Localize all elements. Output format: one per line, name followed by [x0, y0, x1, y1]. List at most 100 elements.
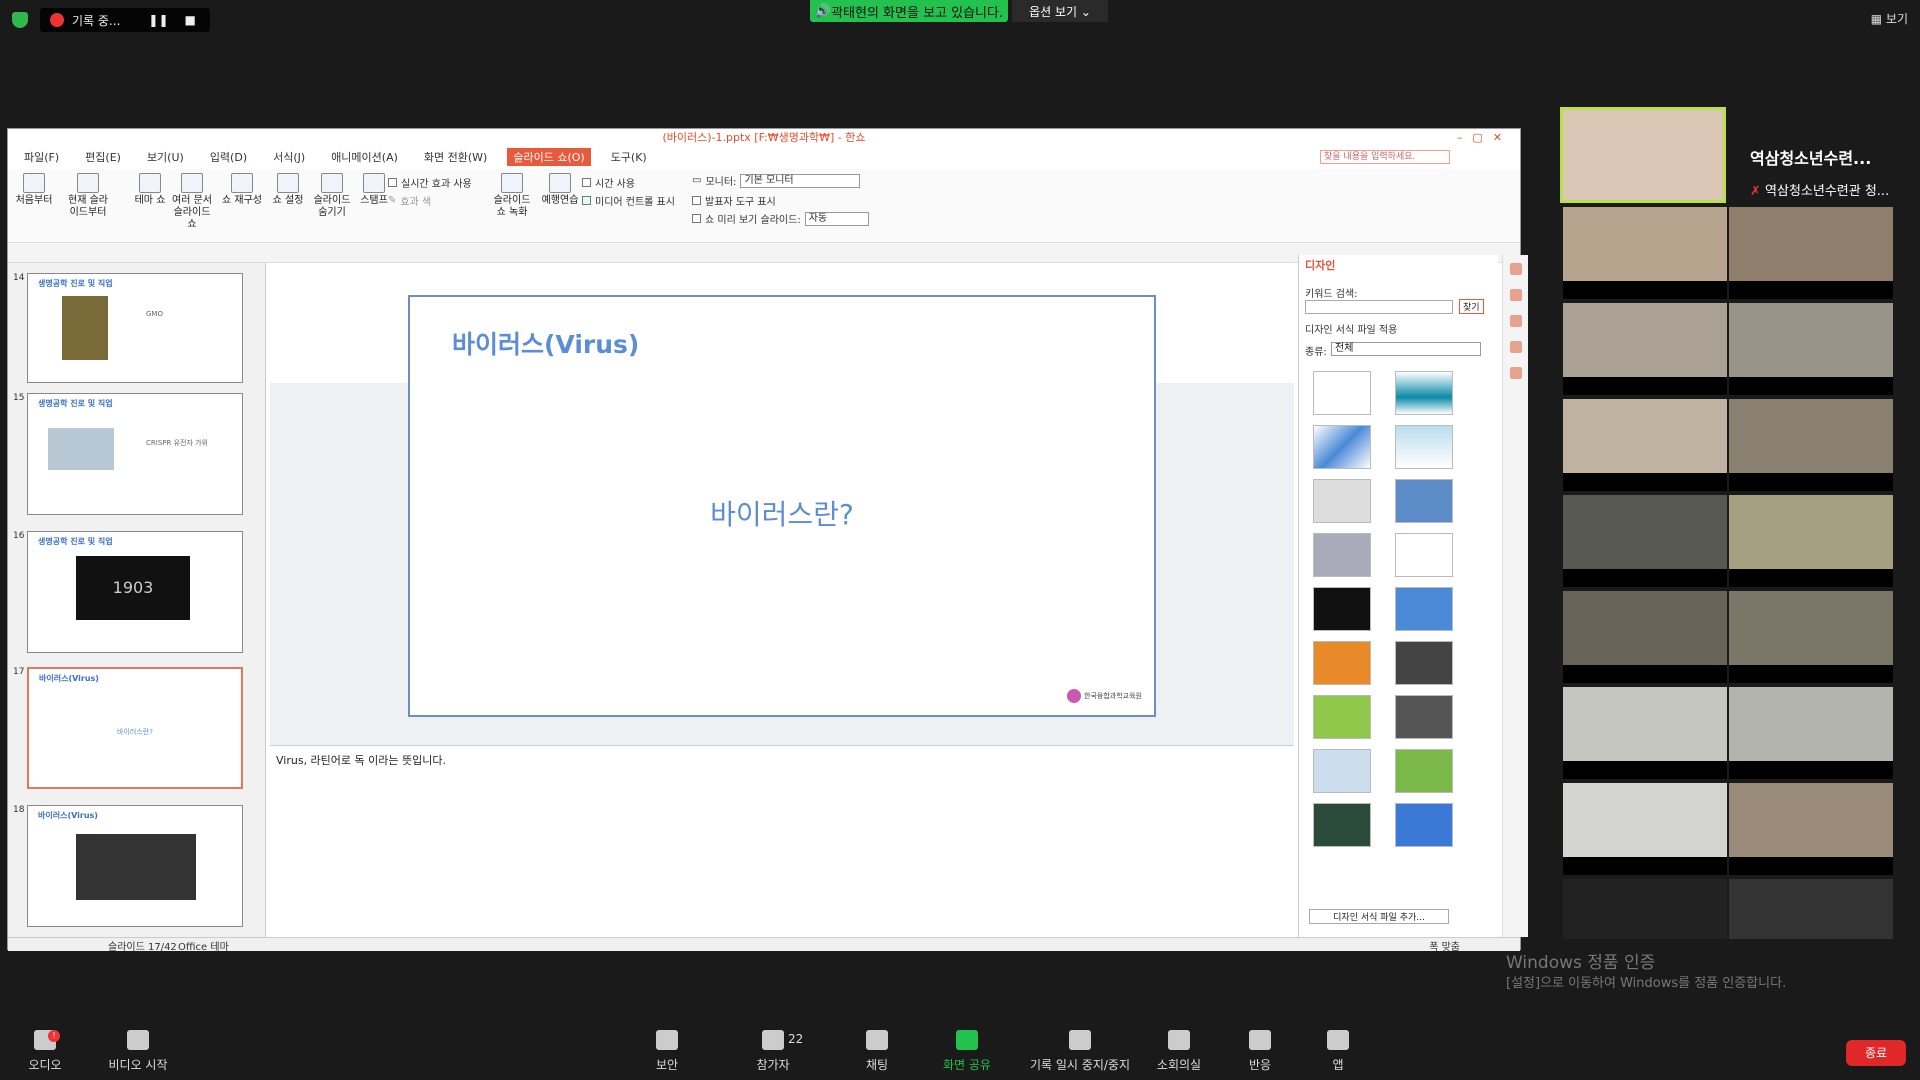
video-tile[interactable]	[1563, 783, 1727, 875]
slide-thumbnail-18[interactable]: 바이러스(Virus)	[27, 805, 243, 927]
video-tile[interactable]	[1729, 687, 1893, 779]
reactions-button[interactable]: 반응	[1215, 1030, 1305, 1073]
type-select[interactable]: 전체	[1331, 342, 1481, 356]
template[interactable]	[1395, 587, 1453, 631]
share-screen-button[interactable]: 화면 공유	[922, 1030, 1012, 1073]
video-tile[interactable]	[1563, 687, 1727, 779]
slide-number: 18	[13, 805, 25, 815]
video-tile[interactable]	[1729, 303, 1893, 395]
slide-thumbnail-15[interactable]: 생명공학 진로 및 직업 CRISPR 유전자 가위	[27, 393, 243, 515]
keyword-search-input[interactable]	[1305, 300, 1453, 314]
menu-file[interactable]: 파일(F)	[18, 148, 65, 166]
video-tile[interactable]	[1563, 879, 1727, 939]
template[interactable]	[1313, 587, 1371, 631]
security-button[interactable]: 보안	[622, 1030, 712, 1073]
menu-animation[interactable]: 애니메이션(A)	[325, 148, 404, 166]
view-mode-button[interactable]: ▦ 보기	[1871, 10, 1908, 27]
task-icon[interactable]	[1510, 341, 1522, 353]
template[interactable]	[1395, 371, 1453, 415]
chat-button[interactable]: 채팅	[832, 1030, 922, 1073]
pause-record-icon[interactable]: ❚❚	[148, 13, 168, 27]
video-tile[interactable]	[1729, 207, 1893, 299]
template[interactable]	[1395, 695, 1453, 739]
window-controls[interactable]: –▢✕	[1457, 131, 1512, 144]
menu-search-input[interactable]: 찾을 내용을 입력하세요.	[1320, 150, 1450, 164]
template[interactable]	[1313, 803, 1371, 847]
slide-thumbnail-16[interactable]: 생명공학 진로 및 직업 1903	[27, 531, 243, 653]
audio-button[interactable]: 오디오	[0, 1030, 90, 1073]
breakout-rooms-button[interactable]: 소회의실	[1134, 1030, 1224, 1073]
template[interactable]	[1313, 479, 1371, 523]
current-slide[interactable]: 바이러스(Virus) 바이러스란? 한국융합과학교육원	[408, 295, 1156, 717]
template[interactable]	[1313, 749, 1371, 793]
menu-view[interactable]: 보기(U)	[141, 148, 190, 166]
video-tile-active[interactable]	[1560, 107, 1726, 203]
add-design-file-button[interactable]: 디자인 서식 파일 추가...	[1309, 909, 1449, 924]
apps-button[interactable]: 앱	[1293, 1030, 1383, 1073]
template[interactable]	[1395, 533, 1453, 577]
task-icon[interactable]	[1510, 263, 1522, 275]
slide-title[interactable]: 바이러스(Virus)	[452, 325, 639, 361]
template[interactable]	[1395, 749, 1453, 793]
viewing-banner-text: 곽태현의 화면을 보고 있습니다.	[831, 5, 1004, 21]
menu-transition[interactable]: 화면 전환(W)	[418, 148, 493, 166]
record-show-button[interactable]: 슬라이드 쇼 녹화	[488, 173, 536, 219]
effect-color-option[interactable]: ✎ 효과 색	[388, 193, 431, 208]
zoom-select[interactable]: 폭 맞춤	[1429, 938, 1460, 953]
start-video-button[interactable]: 비디오 시작	[93, 1030, 183, 1073]
preview-select[interactable]: 자동	[804, 211, 869, 226]
slide-body-text[interactable]: 바이러스란?	[410, 493, 1154, 533]
template[interactable]	[1313, 425, 1371, 469]
menu-edit[interactable]: 편집(E)	[79, 148, 127, 166]
participants-button[interactable]: 참가자	[728, 1030, 818, 1073]
apps-icon	[1327, 1030, 1349, 1050]
video-tile[interactable]	[1563, 303, 1727, 395]
video-tile[interactable]	[1563, 207, 1727, 299]
from-current-button[interactable]: 현재 슬라이드부터	[64, 173, 112, 219]
monitor-select[interactable]: 기본 모니터	[740, 173, 861, 188]
template[interactable]	[1395, 425, 1453, 469]
task-icon[interactable]	[1510, 315, 1522, 327]
menu-tools[interactable]: 도구(K)	[605, 148, 653, 166]
hide-slide-button[interactable]: 슬라이드 숨기기	[308, 173, 356, 219]
menu-insert[interactable]: 입력(D)	[204, 148, 253, 166]
slide-thumbnail-14[interactable]: 생명공학 진로 및 직업 GMO	[27, 273, 243, 383]
template-blank[interactable]	[1313, 371, 1371, 415]
theme-show-button[interactable]: 테마 쇼	[126, 173, 174, 207]
template[interactable]	[1313, 533, 1371, 577]
template[interactable]	[1313, 641, 1371, 685]
find-button[interactable]: 찾기	[1459, 299, 1484, 314]
video-tile[interactable]	[1729, 783, 1893, 875]
template[interactable]	[1395, 479, 1453, 523]
multi-doc-show-button[interactable]: 여러 문서 슬라이드 쇼	[168, 173, 216, 231]
video-tile[interactable]	[1729, 495, 1893, 587]
video-tile[interactable]	[1729, 399, 1893, 491]
task-icon[interactable]	[1510, 367, 1522, 379]
custom-show-button[interactable]: 쇼 재구성	[218, 173, 266, 207]
template[interactable]	[1313, 695, 1371, 739]
slide-notes[interactable]: Virus, 라틴어로 독 이라는 뜻입니다.	[270, 745, 1294, 937]
video-tile[interactable]	[1729, 879, 1893, 939]
menu-format[interactable]: 서식(J)	[267, 148, 311, 166]
show-settings-button[interactable]: 쇼 설정	[264, 173, 312, 207]
slide-thumbnail-17[interactable]: 바이러스(Virus) 바이러스란?	[27, 667, 243, 789]
task-icon[interactable]	[1510, 289, 1522, 301]
stop-record-icon[interactable]: ■	[185, 13, 196, 27]
video-tile[interactable]	[1729, 591, 1893, 683]
template[interactable]	[1395, 641, 1453, 685]
end-meeting-button[interactable]: 종료	[1846, 1040, 1906, 1066]
video-tile[interactable]	[1563, 495, 1727, 587]
from-beginning-button[interactable]: 처음부터	[10, 173, 58, 207]
menu-slideshow[interactable]: 슬라이드 쇼(O)	[507, 148, 591, 166]
presenter-tools-option[interactable]: 발표자 도구 표시	[692, 193, 776, 208]
video-tile[interactable]	[1563, 399, 1727, 491]
use-timing-option[interactable]: 시간 사용	[582, 175, 635, 190]
view-options-button[interactable]: 옵션 보기 ⌄	[1012, 0, 1108, 22]
template[interactable]	[1395, 803, 1453, 847]
status-bar: 슬라이드 17/42 Office 테마 폭 맞춤	[8, 937, 1520, 953]
video-tile[interactable]	[1563, 591, 1727, 683]
media-controls-option[interactable]: 미디어 컨트롤 표시	[582, 193, 675, 208]
realtime-effect-option[interactable]: 실시간 효과 사용	[388, 175, 472, 190]
record-control-button[interactable]: 기록 일시 중지/중지	[1020, 1030, 1140, 1073]
rehearse-button[interactable]: 예행연습	[536, 173, 584, 207]
